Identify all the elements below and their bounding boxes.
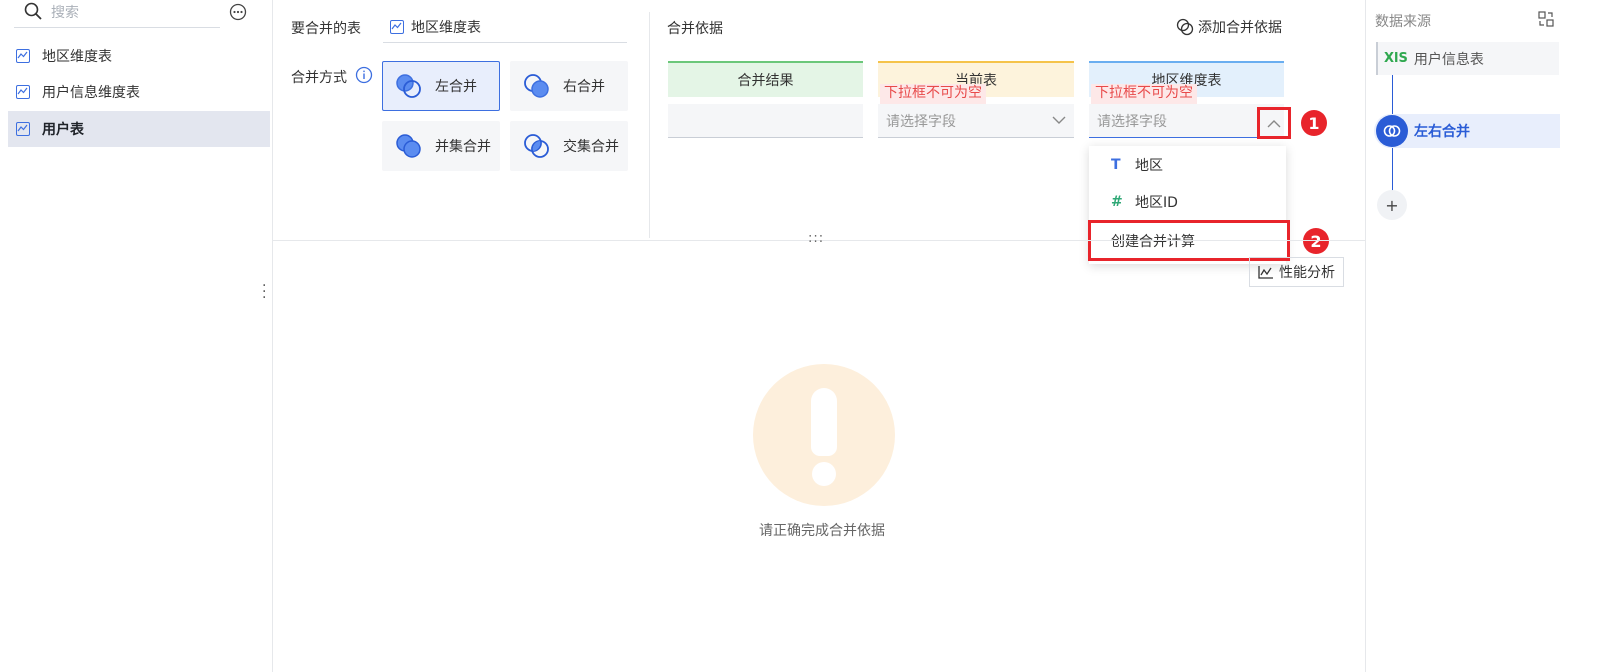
chevron-up-icon	[1267, 119, 1281, 127]
union-merge-button[interactable]: 并集合并	[382, 121, 500, 171]
search-input[interactable]: 搜索	[51, 2, 79, 22]
error-tip-region: 下拉框不可为空	[1091, 84, 1197, 104]
right-merge-button[interactable]: 右合并	[510, 61, 628, 111]
step-badge-2: 2	[1303, 228, 1329, 254]
left-merge-label: 左合并	[435, 79, 477, 95]
intersect-merge-button[interactable]: 交集合并	[510, 121, 628, 171]
chart-icon	[1258, 266, 1273, 279]
resize-handle[interactable]: :::	[808, 231, 824, 246]
union-merge-icon	[396, 134, 421, 158]
data-source-title: 数据来源	[1375, 14, 1431, 30]
table-icon	[16, 85, 30, 99]
info-icon[interactable]	[355, 66, 373, 88]
search-underline	[14, 27, 220, 28]
table-list-panel: 搜索 地区维度表 用户信息维度表 用户表 · · ·	[0, 0, 273, 672]
result-field[interactable]	[668, 104, 863, 138]
table-icon	[390, 20, 404, 34]
add-merge-basis-label: 添加合并依据	[1198, 20, 1282, 36]
step-badge-1: 1	[1301, 110, 1327, 136]
source-label: 用户信息表	[1413, 51, 1484, 68]
intersect-merge-label: 交集合并	[563, 139, 619, 155]
current-field-select[interactable]: 请选择字段	[878, 104, 1074, 138]
right-merge-icon	[524, 74, 549, 98]
merge-table-value: 地区维度表	[411, 20, 481, 36]
empty-state-message: 请正确完成合并依据	[759, 523, 885, 539]
left-right-merge-step[interactable]: 左右合并	[1374, 114, 1560, 148]
left-merge-button[interactable]: 左合并	[382, 61, 500, 111]
table-icon	[16, 122, 30, 136]
error-tip-current: 下拉框不可为空	[880, 84, 986, 104]
left-merge-icon	[396, 74, 421, 98]
table-item-user[interactable]: 用户表	[8, 111, 270, 147]
merge-step-label: 左右合并	[1414, 124, 1470, 140]
more-options-icon[interactable]	[229, 3, 247, 25]
warning-icon	[753, 364, 895, 506]
region-field-select[interactable]: 请选择字段	[1089, 104, 1284, 138]
add-merge-basis-button[interactable]: 添加合并依据	[1176, 17, 1282, 37]
number-type-icon: #	[1111, 193, 1123, 210]
merge-table-label: 要合并的表	[291, 21, 361, 37]
select-placeholder: 请选择字段	[1097, 113, 1167, 130]
select-placeholder: 请选择字段	[886, 113, 956, 130]
table-item-user-info-dim[interactable]: 用户信息维度表	[8, 74, 270, 110]
performance-analysis-button[interactable]: 性能分析	[1249, 257, 1344, 287]
add-step-button[interactable]: +	[1377, 190, 1407, 220]
merge-step-icon	[1376, 115, 1408, 147]
merge-circles-icon	[1176, 18, 1194, 36]
table-item-region-dim[interactable]: 地区维度表	[8, 38, 270, 74]
merge-basis-title: 合并依据	[667, 21, 723, 37]
merge-table-field[interactable]: 地区维度表	[383, 12, 627, 43]
excel-file-icon: XlS	[1384, 51, 1408, 66]
source-user-info-table[interactable]: XlS 用户信息表	[1376, 42, 1559, 75]
data-source-panel: 数据来源 XlS 用户信息表 左右合并 +	[1365, 0, 1620, 672]
table-icon	[16, 49, 30, 63]
table-item-label: 用户信息维度表	[42, 85, 140, 101]
vertical-divider	[649, 12, 650, 238]
plus-icon: +	[1385, 195, 1399, 215]
search-icon[interactable]	[24, 2, 42, 24]
table-item-label: 地区维度表	[42, 49, 112, 65]
merge-mode-label: 合并方式	[291, 70, 347, 86]
text-type-icon: T	[1111, 156, 1121, 173]
right-merge-label: 右合并	[563, 79, 605, 95]
column-header-result: 合并结果	[668, 61, 863, 97]
dropdown-option-region-id[interactable]: # 地区ID	[1089, 183, 1286, 220]
intersect-merge-icon	[524, 134, 549, 158]
panel-resize-handle[interactable]: · · ·	[262, 279, 266, 305]
performance-analysis-label: 性能分析	[1279, 265, 1335, 281]
dropdown-option-region[interactable]: T 地区	[1089, 146, 1286, 183]
union-merge-label: 并集合并	[435, 139, 491, 155]
table-item-label: 用户表	[42, 122, 84, 138]
dropdown-toggle[interactable]	[1257, 107, 1291, 139]
chevron-down-icon	[1052, 116, 1066, 124]
layout-toggle-icon[interactable]	[1538, 11, 1554, 27]
